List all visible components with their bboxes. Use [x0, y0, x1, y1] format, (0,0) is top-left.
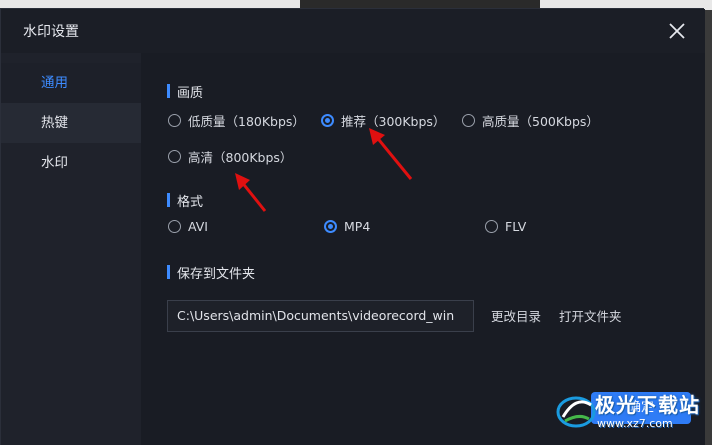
radio-checked-icon — [324, 220, 337, 233]
format-option-flv-label: FLV — [505, 219, 527, 234]
radio-unchecked-icon — [168, 114, 181, 127]
radio-unchecked-icon — [462, 114, 475, 127]
sidebar-item-watermark[interactable]: 水印 — [1, 143, 141, 183]
watermark-brand: 极光下载站 — [595, 393, 700, 417]
site-watermark: 极光下载站 www.xz7.com — [555, 387, 705, 437]
format-option-mp4-label: MP4 — [344, 219, 371, 234]
quality-option-low-label: 低质量（180Kbps） — [188, 114, 305, 129]
change-directory-button[interactable]: 更改目录 — [491, 306, 541, 325]
aurora-logo-icon — [556, 396, 596, 428]
format-option-mp4[interactable]: MP4 — [324, 219, 370, 234]
radio-unchecked-icon — [485, 220, 498, 233]
quality-option-recommended[interactable]: 推荐（300Kbps） — [321, 111, 445, 130]
sidebar-item-hotkeys[interactable]: 热键 — [1, 103, 141, 143]
quality-section-title: 画质 — [167, 82, 203, 101]
open-folder-button[interactable]: 打开文件夹 — [559, 306, 622, 325]
radio-checked-icon — [321, 114, 334, 127]
watermark-settings-dialog: 水印设置 通用 热键 水印 画质 低质量（180Kbps） 推荐（300Kbps… — [0, 8, 705, 445]
quality-option-low[interactable]: 低质量（180Kbps） — [168, 111, 305, 130]
close-button[interactable] — [665, 19, 689, 43]
format-section-title: 格式 — [167, 191, 203, 210]
radio-unchecked-icon — [168, 150, 181, 163]
quality-option-hd[interactable]: 高清（800Kbps） — [168, 147, 292, 166]
close-icon — [669, 23, 685, 39]
radio-unchecked-icon — [168, 220, 181, 233]
annotation-arrow-icon — [369, 128, 413, 180]
quality-option-high-label: 高质量（500Kbps） — [482, 114, 599, 129]
format-option-avi-label: AVI — [188, 219, 208, 234]
quality-option-high[interactable]: 高质量（500Kbps） — [462, 111, 599, 130]
quality-option-hd-label: 高清（800Kbps） — [188, 150, 293, 165]
settings-sidebar: 通用 热键 水印 — [1, 53, 141, 445]
annotation-arrow-icon — [235, 173, 267, 212]
save-path-input[interactable]: C:\Users\admin\Documents\videorecord_win — [167, 300, 474, 332]
sidebar-item-general[interactable]: 通用 — [1, 63, 141, 103]
watermark-url: www.xz7.com — [597, 417, 673, 430]
dialog-title: 水印设置 — [23, 24, 79, 40]
quality-option-recommended-label: 推荐（300Kbps） — [341, 114, 446, 129]
title-bar: 水印设置 — [1, 9, 705, 53]
format-option-flv[interactable]: FLV — [485, 219, 526, 234]
format-option-avi[interactable]: AVI — [168, 219, 208, 234]
save-folder-section-title: 保存到文件夹 — [167, 263, 255, 282]
